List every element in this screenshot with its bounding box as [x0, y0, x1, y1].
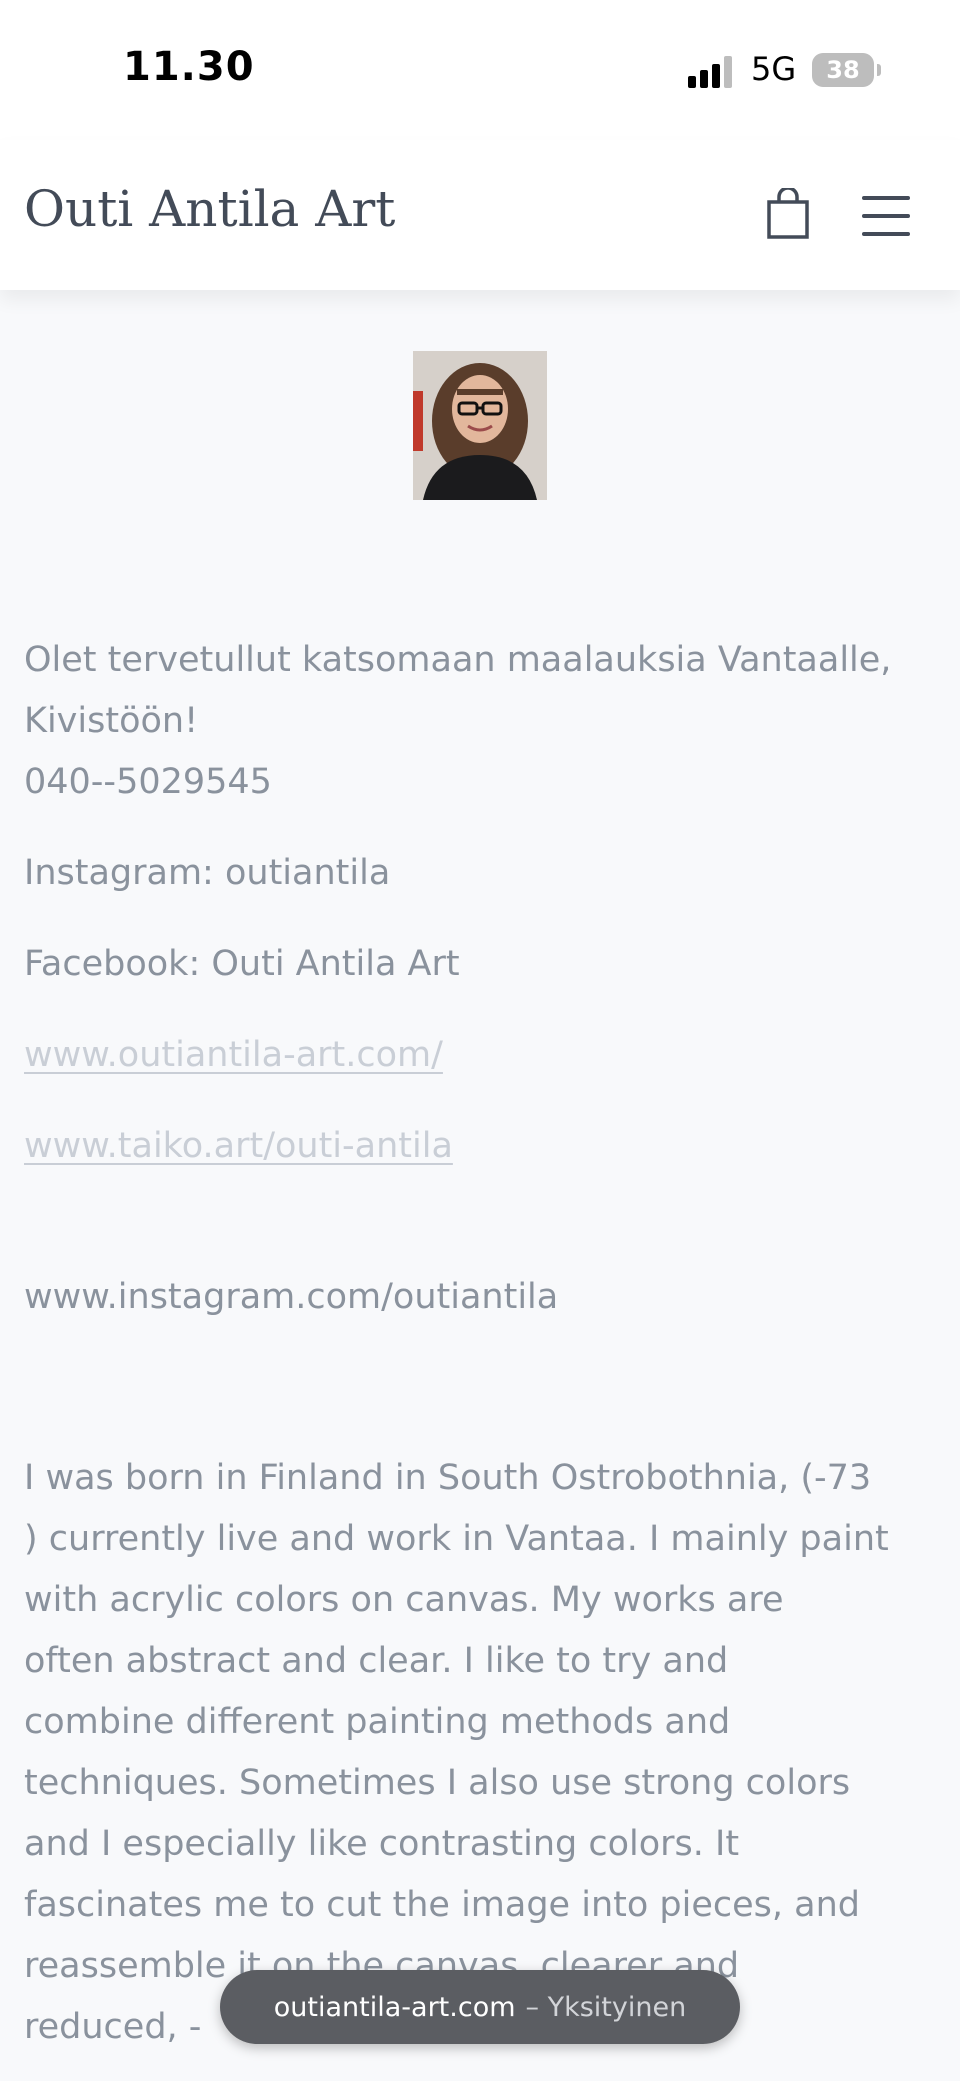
- network-type: 5G: [751, 50, 797, 88]
- facebook-text: Facebook: Outi Antila Art: [24, 944, 460, 984]
- shopping-bag-icon[interactable]: [766, 186, 810, 240]
- battery-icon: 38: [812, 53, 881, 87]
- bio-line: fascinates me to cut the image into piec…: [24, 1885, 860, 1925]
- bio-line: combine different painting methods and: [24, 1702, 731, 1742]
- bio-line: techniques. Sometimes I also use strong …: [24, 1763, 851, 1803]
- browser-address-pill[interactable]: outiantila-art.com – Yksityinen: [220, 1970, 740, 2044]
- bio-line: with acrylic colors on canvas. My works …: [24, 1580, 784, 1620]
- welcome-text: Olet tervetullut katsomaan maalauksia Va…: [24, 640, 892, 680]
- artist-photo: [413, 351, 547, 500]
- instagram-url: www.instagram.com/outiantila: [24, 1277, 559, 1317]
- taiko-link[interactable]: www.taiko.art/outi-antila: [24, 1126, 453, 1166]
- clock: 11.30: [123, 44, 255, 90]
- cellular-signal-icon: [688, 56, 736, 88]
- bio-line: I was born in Finland in South Ostroboth…: [24, 1458, 872, 1498]
- private-mode-label: – Yksityinen: [525, 1991, 687, 2023]
- main-content: Olet tervetullut katsomaan maalauksia Va…: [24, 630, 936, 2058]
- bio-paragraph: I was born in Finland in South Ostroboth…: [24, 1448, 936, 2058]
- status-bar: 11.30 5G 38: [0, 0, 960, 140]
- welcome-text: Kivistöön!: [24, 701, 199, 741]
- hamburger-menu-icon[interactable]: [862, 196, 910, 236]
- instagram-text: Instagram: outiantila: [24, 853, 391, 893]
- site-title[interactable]: Outi Antila Art: [24, 180, 395, 238]
- welcome-block: Olet tervetullut katsomaan maalauksia Va…: [24, 630, 936, 813]
- browser-domain: outiantila-art.com: [273, 1991, 516, 2023]
- bio-line: ) currently live and work in Vantaa. I m…: [24, 1519, 889, 1559]
- bio-line: and I especially like contrasting colors…: [24, 1824, 740, 1864]
- phone-number: 040--5029545: [24, 762, 272, 802]
- site-header: Outi Antila Art: [0, 140, 960, 290]
- bio-line: often abstract and clear. I like to try …: [24, 1641, 729, 1681]
- site-link[interactable]: www.outiantila-art.com/: [24, 1035, 443, 1075]
